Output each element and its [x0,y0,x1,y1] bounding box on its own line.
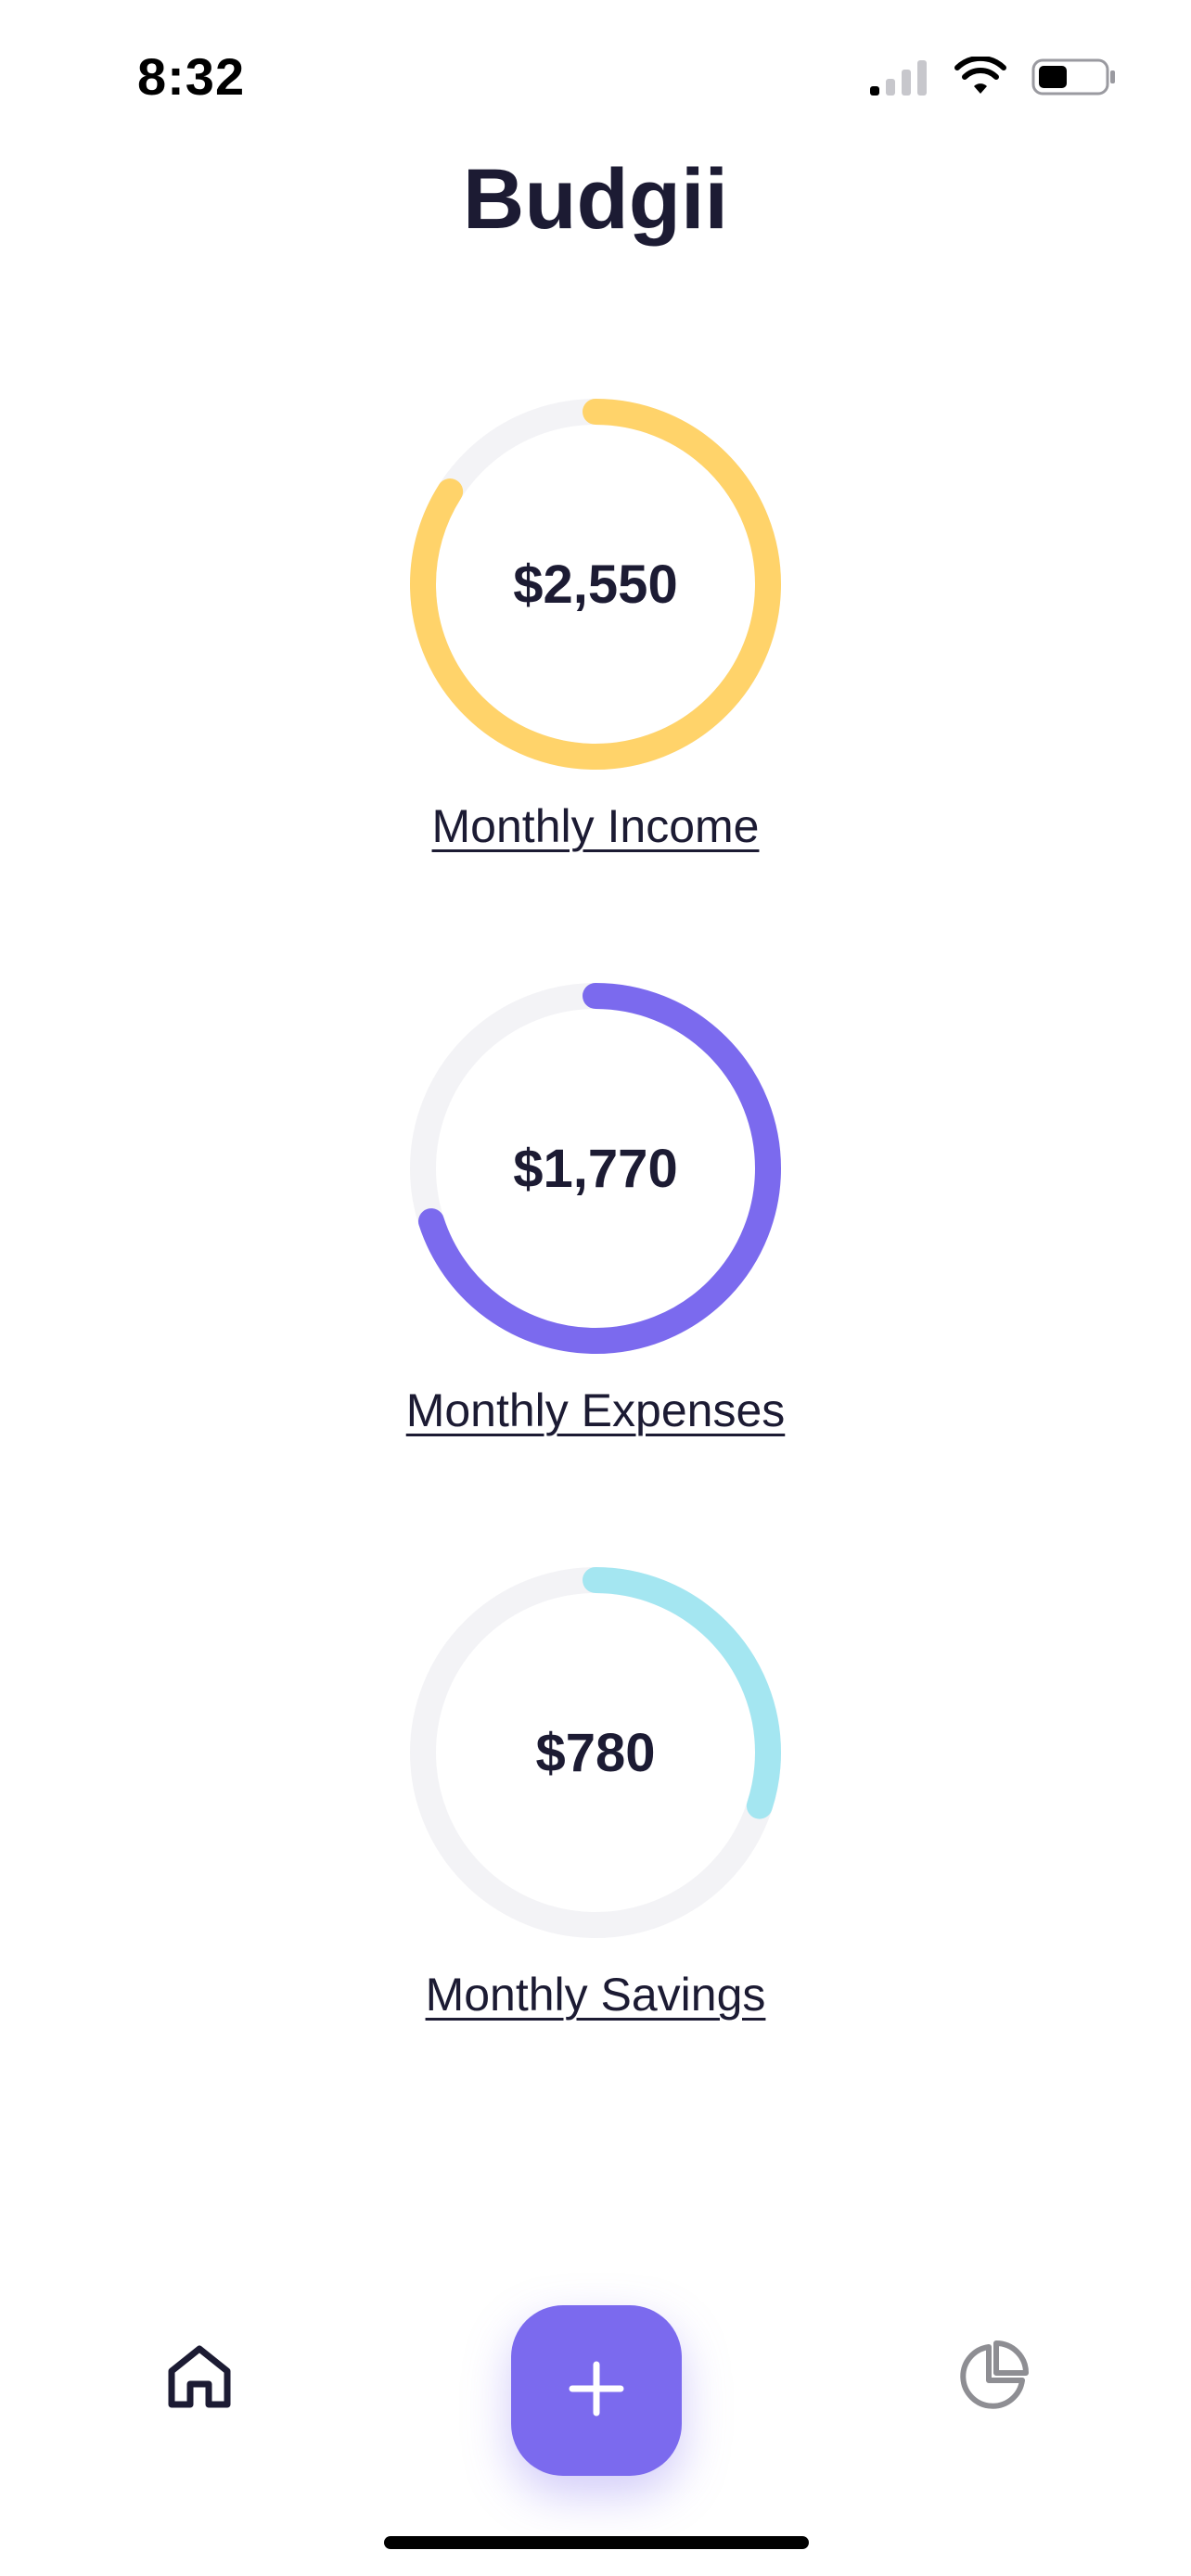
battery-icon [1031,57,1117,102]
status-icons [868,55,1117,102]
summary-card: $780 Monthly Savings [0,1567,1191,2086]
summary-card: $1,770 Monthly Expenses [0,983,1191,1502]
summary-amount: $1,770 [513,1138,678,1199]
add-button[interactable] [511,2305,682,2476]
progress-ring: $1,770 [410,983,781,1354]
progress-ring: $2,550 [410,399,781,770]
home-icon [162,2340,237,2418]
status-time: 8:32 [137,47,246,106]
progress-ring: $780 [410,1567,781,1938]
nav-stats-button[interactable] [951,2337,1034,2420]
cellular-signal-icon [868,57,929,102]
summary-amount: $2,550 [513,554,678,615]
summary-card: $2,550 Monthly Income [0,399,1191,918]
wifi-icon [954,55,1007,102]
summary-amount: $780 [535,1722,656,1783]
nav-home-button[interactable] [158,2337,241,2420]
summary-label-link[interactable]: Monthly Savings [0,1968,1191,2021]
app-title: Budgii [462,152,729,247]
summary-label-link[interactable]: Monthly Income [0,799,1191,853]
home-indicator [384,2536,809,2549]
pie-chart-icon [955,2340,1030,2418]
summary-label-link[interactable]: Monthly Expenses [0,1384,1191,1437]
plus-icon [567,2359,626,2423]
status-bar: 8:32 [0,0,1191,148]
bottom-nav [0,2290,1191,2485]
